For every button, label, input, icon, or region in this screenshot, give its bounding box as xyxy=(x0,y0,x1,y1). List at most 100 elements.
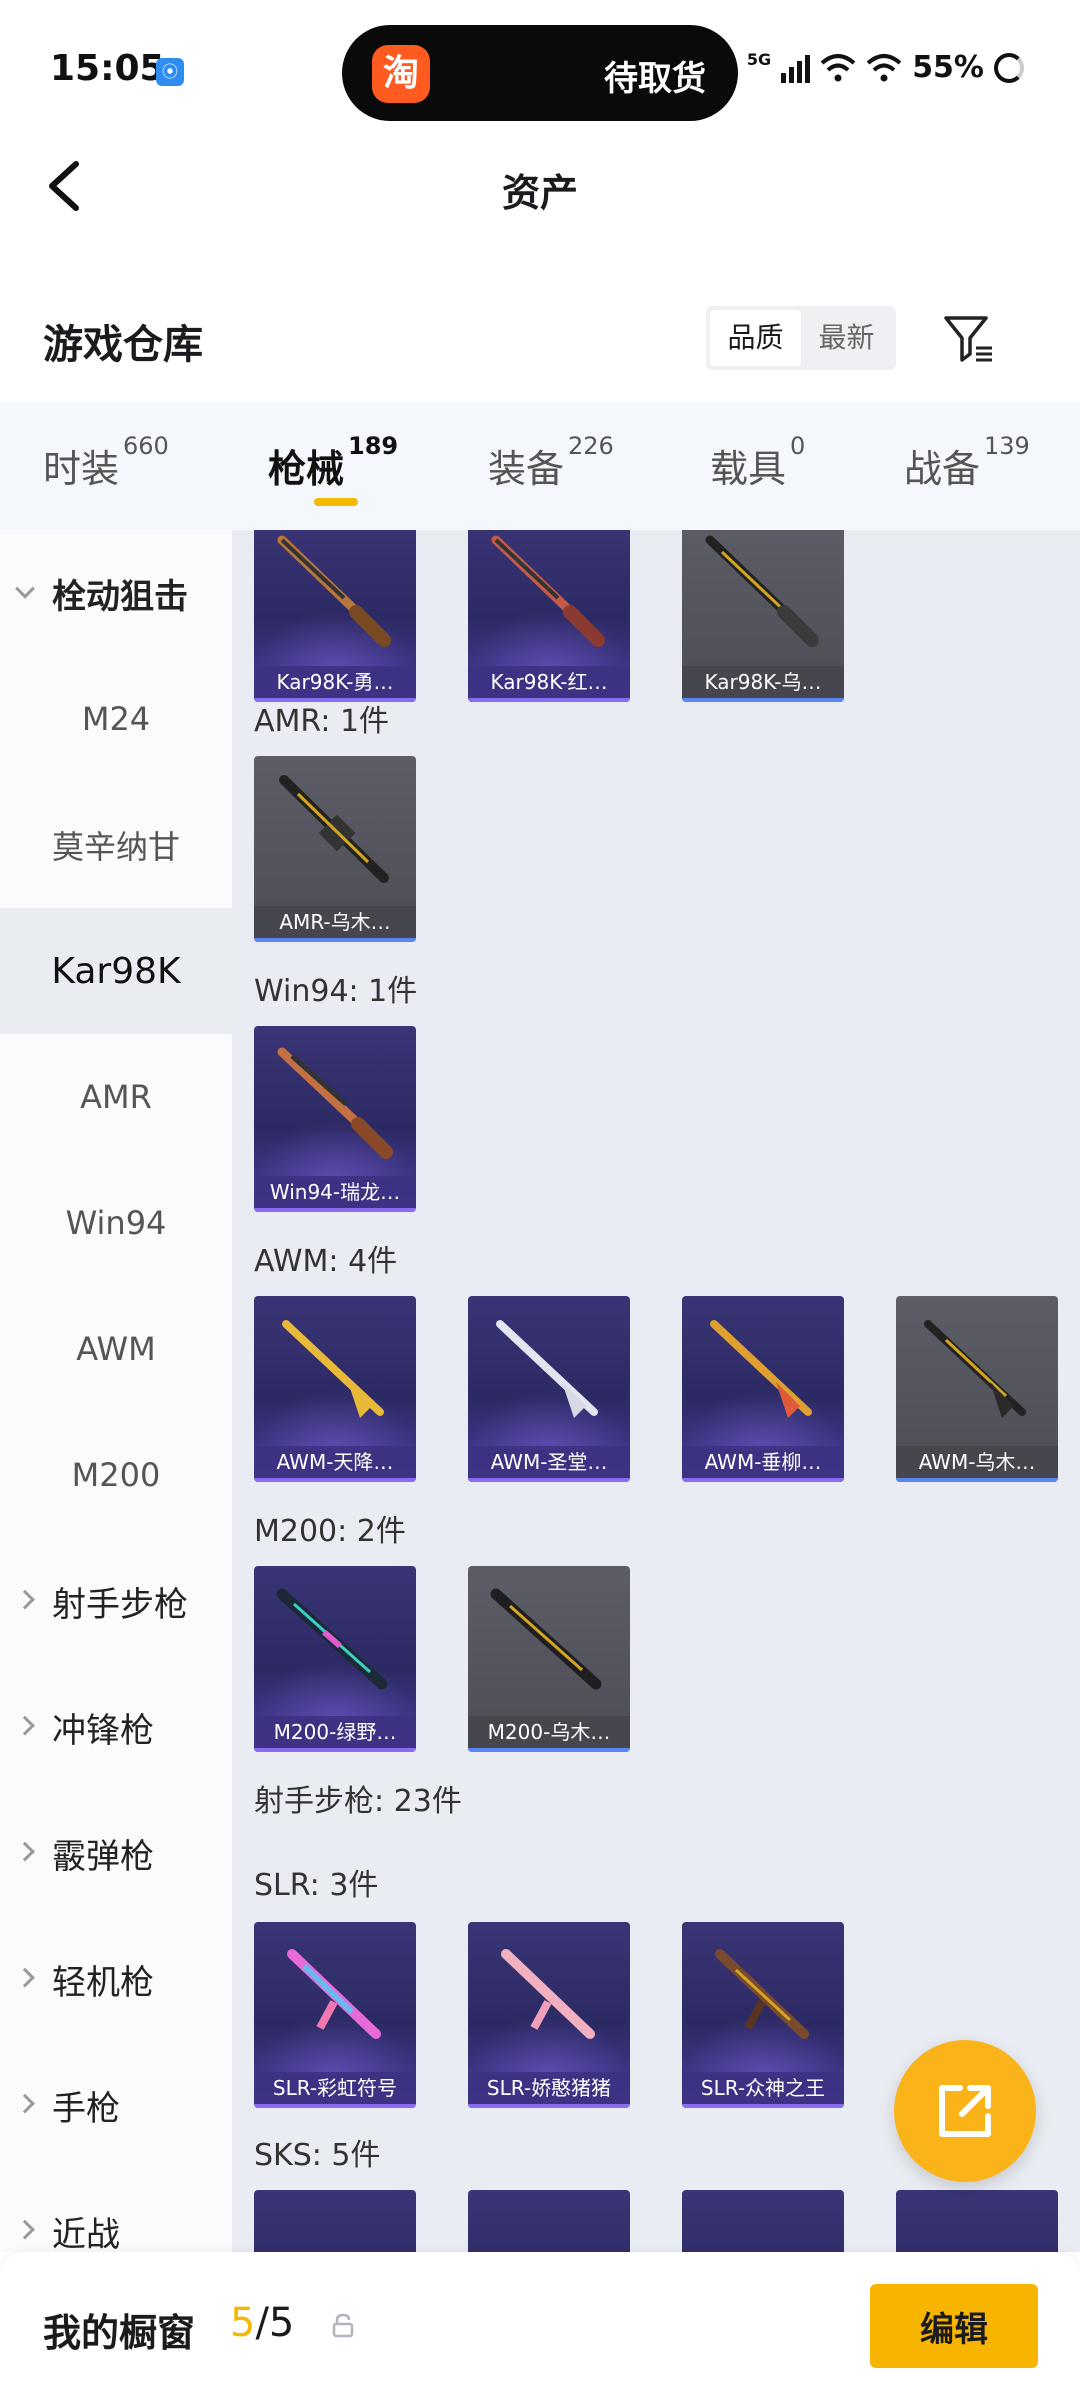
chevron-down-icon xyxy=(15,578,35,599)
item-card[interactable]: AWM-乌木… xyxy=(896,1296,1058,1482)
group-label-awm: AWM: 4件 xyxy=(254,1244,398,1279)
item-card-label: M200-乌木… xyxy=(468,1716,630,1748)
item-card[interactable]: AMR-乌木… xyxy=(254,756,416,942)
card-rarity-bar xyxy=(254,2104,416,2108)
item-grid: Kar98K-勇… Kar98K-红… Kar98K-乌… AMR: 1件 AM… xyxy=(232,530,1080,2252)
sidebar-item-mosin[interactable]: 莫辛纳甘 xyxy=(0,782,232,908)
group-label-dmr: 射手步枪: 23件 xyxy=(254,1784,462,1819)
card-rarity-bar xyxy=(682,698,844,702)
rifle-image xyxy=(491,535,605,647)
card-rarity-bar xyxy=(468,2104,630,2108)
sidebar-category-shotgun[interactable]: 霰弹枪 xyxy=(0,1790,232,1916)
dynamic-island[interactable]: 淘 待取货 xyxy=(342,25,738,121)
item-card-label: Kar98K-勇… xyxy=(254,666,416,698)
sidebar-item-amr[interactable]: AMR xyxy=(0,1034,232,1160)
tab-vehicles[interactable]: 载具0 xyxy=(710,432,805,493)
item-card[interactable]: M200-乌木… xyxy=(468,1566,630,1752)
item-card[interactable] xyxy=(896,2190,1058,2252)
filter-icon[interactable] xyxy=(940,310,996,366)
item-card[interactable]: M200-绿野… xyxy=(254,1566,416,1752)
sidebar-item-label: 栓动狙击 xyxy=(52,576,188,617)
item-card-label: AWM-圣堂… xyxy=(468,1446,630,1478)
sidebar-item-label: 冲锋枪 xyxy=(52,1710,154,1751)
sidebar-item-label: Win94 xyxy=(65,1204,167,1242)
item-card-label: Kar98K-乌… xyxy=(682,666,844,698)
sidebar-item-label: 轻机枪 xyxy=(52,1962,154,2003)
tab-supplies[interactable]: 战备139 xyxy=(904,432,1030,493)
sidebar-item-label: Kar98K xyxy=(51,950,181,992)
item-card-label: SLR-彩虹符号 xyxy=(254,2072,416,2104)
group-label-sks: SKS: 5件 xyxy=(254,2138,381,2173)
item-card[interactable] xyxy=(682,2190,844,2252)
sidebar-item-label: 霰弹枪 xyxy=(52,1836,154,1877)
item-card[interactable]: Win94-瑞龙… xyxy=(254,1026,416,1212)
item-card[interactable]: SLR-众神之王 xyxy=(682,1922,844,2108)
sidebar: 栓动狙击 M24 莫辛纳甘 Kar98K AMR Win94 AWM M200 … xyxy=(0,530,232,2252)
card-rarity-bar xyxy=(254,1478,416,1482)
rifle-image xyxy=(276,1588,388,1690)
share-button[interactable] xyxy=(894,2040,1036,2182)
item-card[interactable]: SLR-娇憨猪猪 xyxy=(468,1922,630,2108)
tab-equipment[interactable]: 装备226 xyxy=(488,432,614,493)
tab-guns[interactable]: 枪械189 xyxy=(268,432,398,493)
status-bar: 15:05 ⦿ 淘 待取货 5G 55% xyxy=(0,0,1080,140)
sidebar-item-awm[interactable]: AWM xyxy=(0,1286,232,1412)
taobao-app-icon: 淘 xyxy=(372,45,430,103)
edit-button[interactable]: 编辑 xyxy=(870,2284,1038,2368)
sidebar-category-dmr[interactable]: 射手步枪 xyxy=(0,1538,232,1664)
lock-icon xyxy=(332,2313,354,2338)
sidebar-item-kar98k[interactable]: Kar98K xyxy=(0,908,232,1034)
sidebar-category-pistol[interactable]: 手枪 xyxy=(0,2042,232,2168)
sort-option-newest[interactable]: 最新 xyxy=(801,310,892,366)
page-title: 资产 xyxy=(501,171,578,215)
group-label-slr: SLR: 3件 xyxy=(254,1868,379,1903)
status-time: 15:05 xyxy=(50,48,165,89)
sort-option-quality[interactable]: 品质 xyxy=(710,310,801,366)
sidebar-category-melee[interactable]: 近战 xyxy=(0,2168,232,2252)
rifle-image xyxy=(490,1588,602,1690)
sidebar-item-m200[interactable]: M200 xyxy=(0,1412,232,1538)
item-card-label: M200-绿野… xyxy=(254,1716,416,1748)
chevron-right-icon xyxy=(15,1967,35,1988)
item-card-label: Kar98K-红… xyxy=(468,666,630,698)
sidebar-category-bolt-sniper[interactable]: 栓动狙击 xyxy=(0,530,232,656)
sidebar-category-smg[interactable]: 冲锋枪 xyxy=(0,1664,232,1790)
rifle-image xyxy=(705,535,819,647)
section-title: 游戏仓库 xyxy=(43,322,203,368)
item-card[interactable]: Kar98K-红… xyxy=(468,530,630,702)
item-card[interactable] xyxy=(468,2190,630,2252)
item-card-label: AMR-乌木… xyxy=(254,906,416,938)
item-card[interactable]: Kar98K-勇… xyxy=(254,530,416,702)
rifle-image xyxy=(501,1949,595,2039)
tab-count: 660 xyxy=(123,432,169,460)
chevron-right-icon xyxy=(15,1841,35,1862)
tab-fashion[interactable]: 时装660 xyxy=(43,432,169,493)
sidebar-item-m24[interactable]: M24 xyxy=(0,656,232,782)
chevron-right-icon xyxy=(15,2093,35,2114)
item-card[interactable]: Kar98K-乌… xyxy=(682,530,844,702)
card-rarity-bar xyxy=(254,1208,416,1212)
sidebar-item-label: 射手步枪 xyxy=(52,1584,188,1625)
item-card-label: SLR-娇憨猪猪 xyxy=(468,2072,630,2104)
card-rarity-bar xyxy=(254,1748,416,1752)
item-card[interactable]: AWM-圣堂… xyxy=(468,1296,630,1482)
tab-count: 226 xyxy=(568,432,614,460)
rifle-image xyxy=(277,535,391,647)
item-card[interactable] xyxy=(254,2190,416,2252)
category-tabs: 时装660 枪械189 装备226 载具0 战备139 xyxy=(0,402,1080,530)
nav-header: 资产 xyxy=(0,140,1080,240)
item-card[interactable]: AWM-垂柳… xyxy=(682,1296,844,1482)
chevron-right-icon xyxy=(15,1715,35,1736)
showcase-count-current: 5 xyxy=(230,2300,256,2346)
battery-percent: 55% xyxy=(912,50,984,85)
chevron-right-icon xyxy=(15,1589,35,1610)
item-card[interactable]: SLR-彩虹符号 xyxy=(254,1922,416,2108)
sidebar-item-label: M24 xyxy=(81,700,151,738)
sidebar-item-label: 手枪 xyxy=(52,2088,120,2129)
rifle-image xyxy=(287,1949,381,2039)
sidebar-category-lmg[interactable]: 轻机枪 xyxy=(0,1916,232,2042)
item-card[interactable]: AWM-天降… xyxy=(254,1296,416,1482)
sidebar-item-win94[interactable]: Win94 xyxy=(0,1160,232,1286)
sidebar-item-label: 近战 xyxy=(52,2214,120,2253)
wifi-icon-2 xyxy=(866,53,902,81)
